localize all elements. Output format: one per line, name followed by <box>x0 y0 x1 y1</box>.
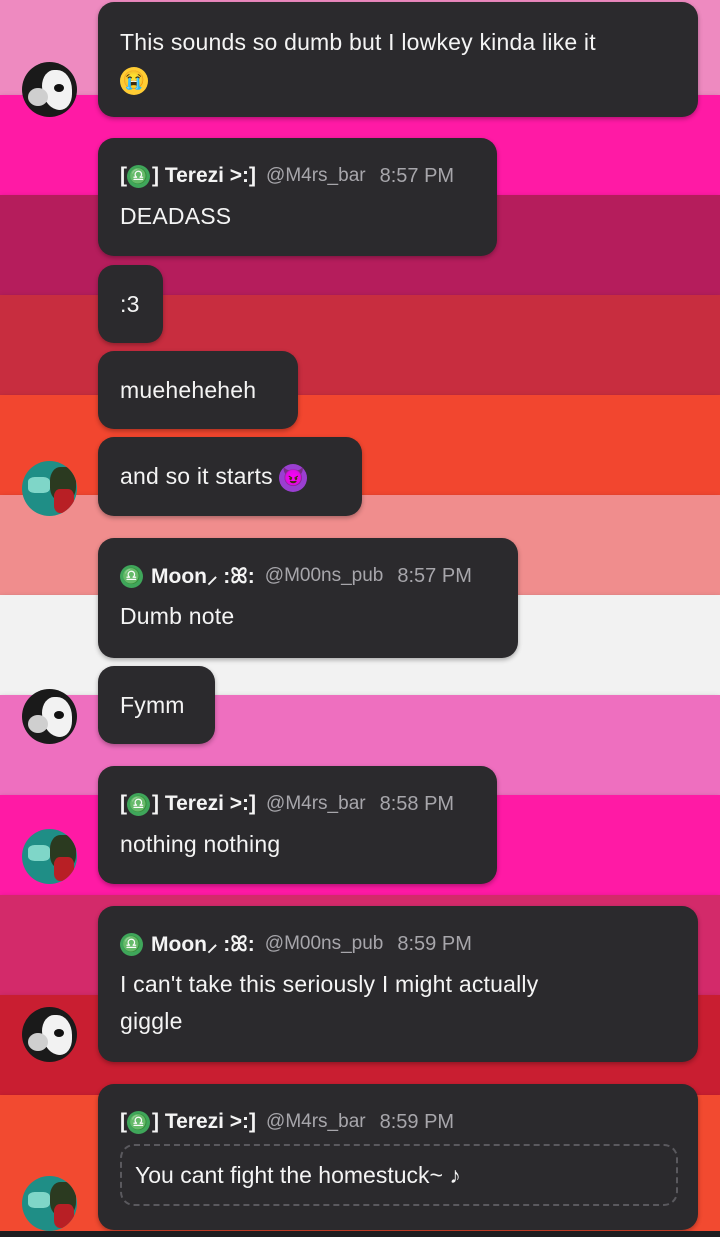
message-bubble[interactable]: Fymm <box>98 666 215 744</box>
timestamp: 8:57 PM <box>379 164 455 187</box>
timestamp: 8:57 PM <box>397 564 472 587</box>
message-bubble[interactable]: [ ♎ ] Terezi >:] @M4rs_bar 8:58 PM nothi… <box>98 766 497 884</box>
avatar[interactable] <box>22 689 77 744</box>
author-name[interactable]: Moon⸝ :ꕤ: <box>151 930 255 958</box>
message-bubble[interactable]: ♎ Moon⸝ :ꕤ: @M00ns_pub 8:59 PM I can't t… <box>98 906 698 1062</box>
bottom-edge-bar <box>0 1231 720 1237</box>
message-text: This sounds so dumb but I lowkey kinda l… <box>120 24 676 98</box>
message-text: Fymm <box>120 692 185 718</box>
libra-icon: ♎ <box>127 164 150 188</box>
message-text-line: I can't take this seriously I might actu… <box>120 971 539 997</box>
author-handle[interactable]: @M4rs_bar <box>266 165 366 187</box>
timestamp: 8:58 PM <box>379 792 455 815</box>
author-name[interactable]: ] Terezi >:] <box>152 1110 256 1134</box>
note-text: You cant fight the homestuck~ ♪ <box>135 1161 461 1188</box>
libra-icon: ♎ <box>127 792 150 816</box>
timestamp: 8:59 PM <box>397 932 472 955</box>
message-header: [ ♎ ] Terezi >:] @M4rs_bar 8:59 PM <box>120 1106 678 1138</box>
author-name[interactable]: Moon⸝ :ꕤ: <box>151 562 255 590</box>
message-text: nothing nothing <box>120 831 281 857</box>
author-handle[interactable]: @M00ns_pub <box>265 565 384 587</box>
author-handle[interactable]: @M00ns_pub <box>265 933 384 955</box>
message-bubble[interactable]: This sounds so dumb but I lowkey kinda l… <box>98 2 698 117</box>
author-handle[interactable]: @M4rs_bar <box>266 1111 366 1133</box>
chat-feed: This sounds so dumb but I lowkey kinda l… <box>0 0 720 1237</box>
message-bubble[interactable]: [ ♎ ] Terezi >:] @M4rs_bar 8:57 PM DEADA… <box>98 138 497 256</box>
author-name[interactable]: ] Terezi >:] <box>152 792 256 816</box>
author-bracket: [ <box>120 792 127 815</box>
message-text-line: giggle <box>120 1008 183 1034</box>
message-text: DEADASS <box>120 203 232 229</box>
loudly-crying-face-icon: 😭 <box>120 66 148 95</box>
message-text-line: and so it starts <box>120 463 273 489</box>
author-bracket: [ <box>120 164 127 187</box>
avatar[interactable] <box>22 829 77 884</box>
message-text: mueheheheh <box>120 377 257 403</box>
libra-icon: ♎ <box>120 932 143 956</box>
message-bubble[interactable]: ♎ Moon⸝ :ꕤ: @M00ns_pub 8:57 PM Dumb note <box>98 538 518 658</box>
message-text: Dumb note <box>120 603 235 629</box>
message-header: [ ♎ ] Terezi >:] @M4rs_bar 8:57 PM <box>120 160 475 192</box>
note-embed[interactable]: You cant fight the homestuck~ ♪ <box>120 1144 678 1206</box>
message-bubble[interactable]: and so it starts 😈 <box>98 437 362 516</box>
author-name[interactable]: ] Terezi >:] <box>152 164 256 188</box>
libra-icon: ♎ <box>120 564 143 588</box>
message-bubble[interactable]: [ ♎ ] Terezi >:] @M4rs_bar 8:59 PM You c… <box>98 1084 698 1230</box>
message-bubble[interactable]: :3 <box>98 265 163 343</box>
message-bubble[interactable]: mueheheheh <box>98 351 298 429</box>
message-header: ♎ Moon⸝ :ꕤ: @M00ns_pub 8:59 PM <box>120 928 676 960</box>
libra-icon: ♎ <box>127 1110 150 1134</box>
message-header: [ ♎ ] Terezi >:] @M4rs_bar 8:58 PM <box>120 788 475 820</box>
message-text: I can't take this seriously I might actu… <box>120 966 676 1040</box>
message-header: ♎ Moon⸝ :ꕤ: @M00ns_pub 8:57 PM <box>120 560 496 592</box>
avatar[interactable] <box>22 461 77 516</box>
author-handle[interactable]: @M4rs_bar <box>266 793 366 815</box>
smiling-devil-face-icon: 😈 <box>279 463 308 492</box>
message-text: and so it starts 😈 <box>120 458 340 495</box>
avatar[interactable] <box>22 1176 77 1231</box>
timestamp: 8:59 PM <box>379 1110 455 1133</box>
message-text: :3 <box>120 291 140 317</box>
message-text-line: This sounds so dumb but I lowkey kinda l… <box>120 29 596 55</box>
author-bracket: [ <box>120 1110 127 1133</box>
avatar[interactable] <box>22 1007 77 1062</box>
avatar[interactable] <box>22 62 77 117</box>
